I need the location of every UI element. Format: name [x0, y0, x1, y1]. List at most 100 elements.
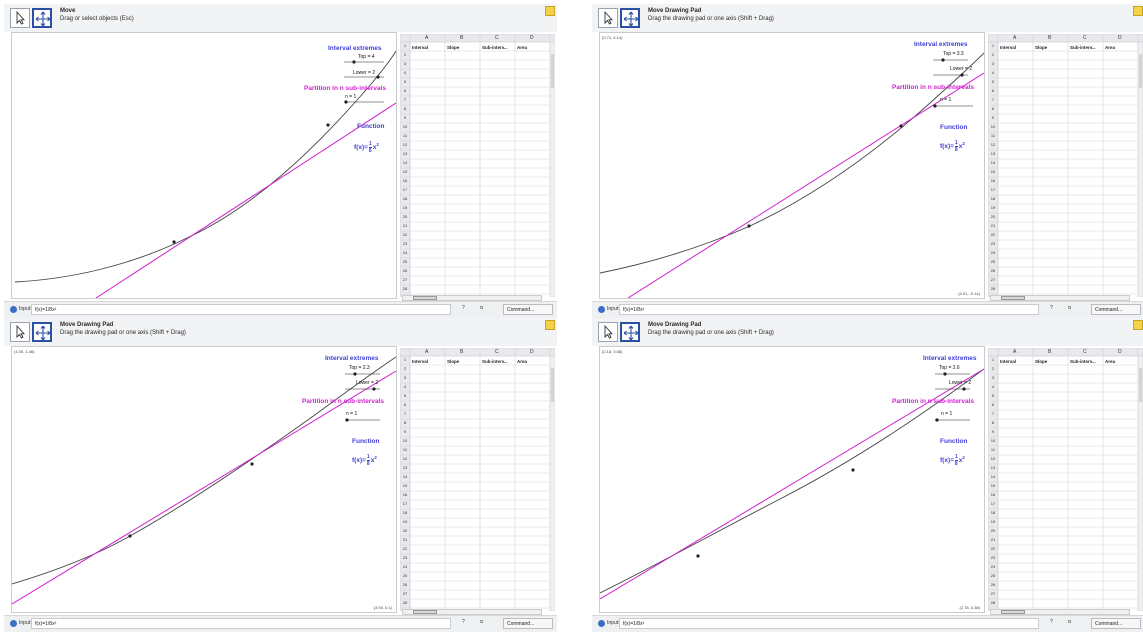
- row-header[interactable]: 8: [401, 420, 409, 425]
- input-help-icon[interactable]: [598, 306, 605, 313]
- column-header-a[interactable]: A: [1013, 35, 1016, 41]
- row-header[interactable]: 15: [989, 169, 997, 174]
- row-header[interactable]: 9: [989, 429, 997, 434]
- row-header[interactable]: 7: [989, 411, 997, 416]
- row-header[interactable]: 2: [989, 52, 997, 57]
- row-header[interactable]: 15: [401, 483, 409, 488]
- move-drawing-pad-tool-button[interactable]: [620, 322, 640, 342]
- row-header[interactable]: 5: [989, 79, 997, 84]
- graphics-view[interactable]: (0.71, 4.14) (4.01, -0.14) Interval extr…: [599, 32, 985, 299]
- row-header[interactable]: 16: [401, 178, 409, 183]
- column-header-c[interactable]: C: [495, 35, 499, 41]
- row-header[interactable]: 6: [989, 402, 997, 407]
- scroll-thumb[interactable]: [1001, 296, 1025, 300]
- row-header[interactable]: 7: [401, 411, 409, 416]
- graphics-view[interactable]: Interval extremes Partition in n sub-inte…: [11, 32, 397, 299]
- row-header[interactable]: 2: [989, 366, 997, 371]
- caption-cell[interactable]: Area: [517, 359, 527, 364]
- row-header[interactable]: 17: [401, 501, 409, 506]
- row-header[interactable]: 18: [401, 196, 409, 201]
- symbol-button[interactable]: ?: [462, 619, 465, 625]
- column-header-b[interactable]: B: [1048, 349, 1051, 355]
- column-header-a[interactable]: A: [425, 35, 428, 41]
- caption-cell[interactable]: Interval: [412, 359, 428, 364]
- resize-icon[interactable]: [1133, 6, 1143, 16]
- row-header[interactable]: 28: [401, 600, 409, 605]
- row-header[interactable]: 14: [989, 160, 997, 165]
- row-header[interactable]: 22: [401, 546, 409, 551]
- row-header[interactable]: 23: [401, 241, 409, 246]
- row-header[interactable]: 26: [401, 582, 409, 587]
- caption-cell[interactable]: Slope: [1035, 359, 1047, 364]
- row-header[interactable]: 12: [989, 142, 997, 147]
- row-header[interactable]: 5: [989, 393, 997, 398]
- column-header-d[interactable]: D: [1118, 349, 1122, 355]
- symbol-button[interactable]: ?: [1050, 619, 1053, 625]
- row-header[interactable]: 11: [401, 447, 409, 452]
- row-header[interactable]: 3: [989, 375, 997, 380]
- row-header[interactable]: 26: [989, 268, 997, 273]
- row-header[interactable]: 23: [989, 555, 997, 560]
- greek-button[interactable]: α: [1068, 619, 1071, 625]
- caption-cell[interactable]: Slope: [447, 45, 459, 50]
- row-header[interactable]: 28: [989, 286, 997, 291]
- spreadsheet-view[interactable]: A B C D Interval Slope Sub-interv... Area 1 2 3 4 5 6…: [988, 348, 1143, 611]
- row-header[interactable]: 13: [401, 151, 409, 156]
- row-header[interactable]: 20: [401, 528, 409, 533]
- row-header[interactable]: 18: [401, 510, 409, 515]
- row-header[interactable]: 5: [401, 393, 409, 398]
- row-header[interactable]: 21: [989, 537, 997, 542]
- row-header[interactable]: 23: [989, 241, 997, 246]
- row-header[interactable]: 25: [401, 259, 409, 264]
- row-header[interactable]: 9: [989, 115, 997, 120]
- column-header-d[interactable]: D: [1118, 35, 1122, 41]
- row-header[interactable]: 3: [401, 375, 409, 380]
- row-header[interactable]: 10: [989, 124, 997, 129]
- row-header[interactable]: 7: [401, 97, 409, 102]
- row-header[interactable]: 4: [989, 70, 997, 75]
- row-header[interactable]: 26: [401, 268, 409, 273]
- symbol-button[interactable]: ?: [462, 305, 465, 311]
- command-dropdown[interactable]: Command...: [1091, 618, 1141, 629]
- symbol-button[interactable]: ?: [1050, 305, 1053, 311]
- row-header[interactable]: 1: [401, 43, 409, 48]
- spreadsheet-view[interactable]: A B C D Interval Slope Sub-interv... Area 1 2 3 4 5 6…: [988, 34, 1143, 297]
- row-header[interactable]: 16: [401, 492, 409, 497]
- row-header[interactable]: 7: [989, 97, 997, 102]
- row-header[interactable]: 22: [401, 232, 409, 237]
- row-header[interactable]: 18: [989, 510, 997, 515]
- row-header[interactable]: 26: [989, 582, 997, 587]
- column-header-b[interactable]: B: [460, 349, 463, 355]
- row-header[interactable]: 19: [989, 205, 997, 210]
- row-header[interactable]: 16: [989, 492, 997, 497]
- row-header[interactable]: 19: [401, 205, 409, 210]
- row-header[interactable]: 21: [401, 223, 409, 228]
- column-header-c[interactable]: C: [1083, 35, 1087, 41]
- row-header[interactable]: 11: [989, 447, 997, 452]
- row-header[interactable]: 4: [401, 384, 409, 389]
- row-header[interactable]: 15: [989, 483, 997, 488]
- caption-cell[interactable]: Sub-interv...: [1070, 45, 1096, 50]
- row-header[interactable]: 21: [989, 223, 997, 228]
- column-header-b[interactable]: B: [460, 35, 463, 41]
- resize-icon[interactable]: [1133, 320, 1143, 330]
- move-tool-button[interactable]: [598, 322, 618, 342]
- column-header-b[interactable]: B: [1048, 35, 1051, 41]
- row-header[interactable]: 12: [401, 142, 409, 147]
- caption-cell[interactable]: Sub-interv...: [482, 359, 508, 364]
- row-header[interactable]: 24: [401, 250, 409, 255]
- resize-icon[interactable]: [545, 320, 555, 330]
- row-header[interactable]: 6: [989, 88, 997, 93]
- row-header[interactable]: 11: [989, 133, 997, 138]
- command-dropdown[interactable]: Command...: [503, 304, 553, 315]
- row-header[interactable]: 2: [401, 52, 409, 57]
- row-header[interactable]: 17: [989, 501, 997, 506]
- move-tool-button[interactable]: [598, 8, 618, 28]
- row-header[interactable]: 11: [401, 133, 409, 138]
- caption-cell[interactable]: Area: [1105, 45, 1115, 50]
- row-header[interactable]: 12: [989, 456, 997, 461]
- caption-cell[interactable]: Interval: [1000, 45, 1016, 50]
- caption-cell[interactable]: Slope: [447, 359, 459, 364]
- row-header[interactable]: 22: [989, 232, 997, 237]
- row-header[interactable]: 24: [401, 564, 409, 569]
